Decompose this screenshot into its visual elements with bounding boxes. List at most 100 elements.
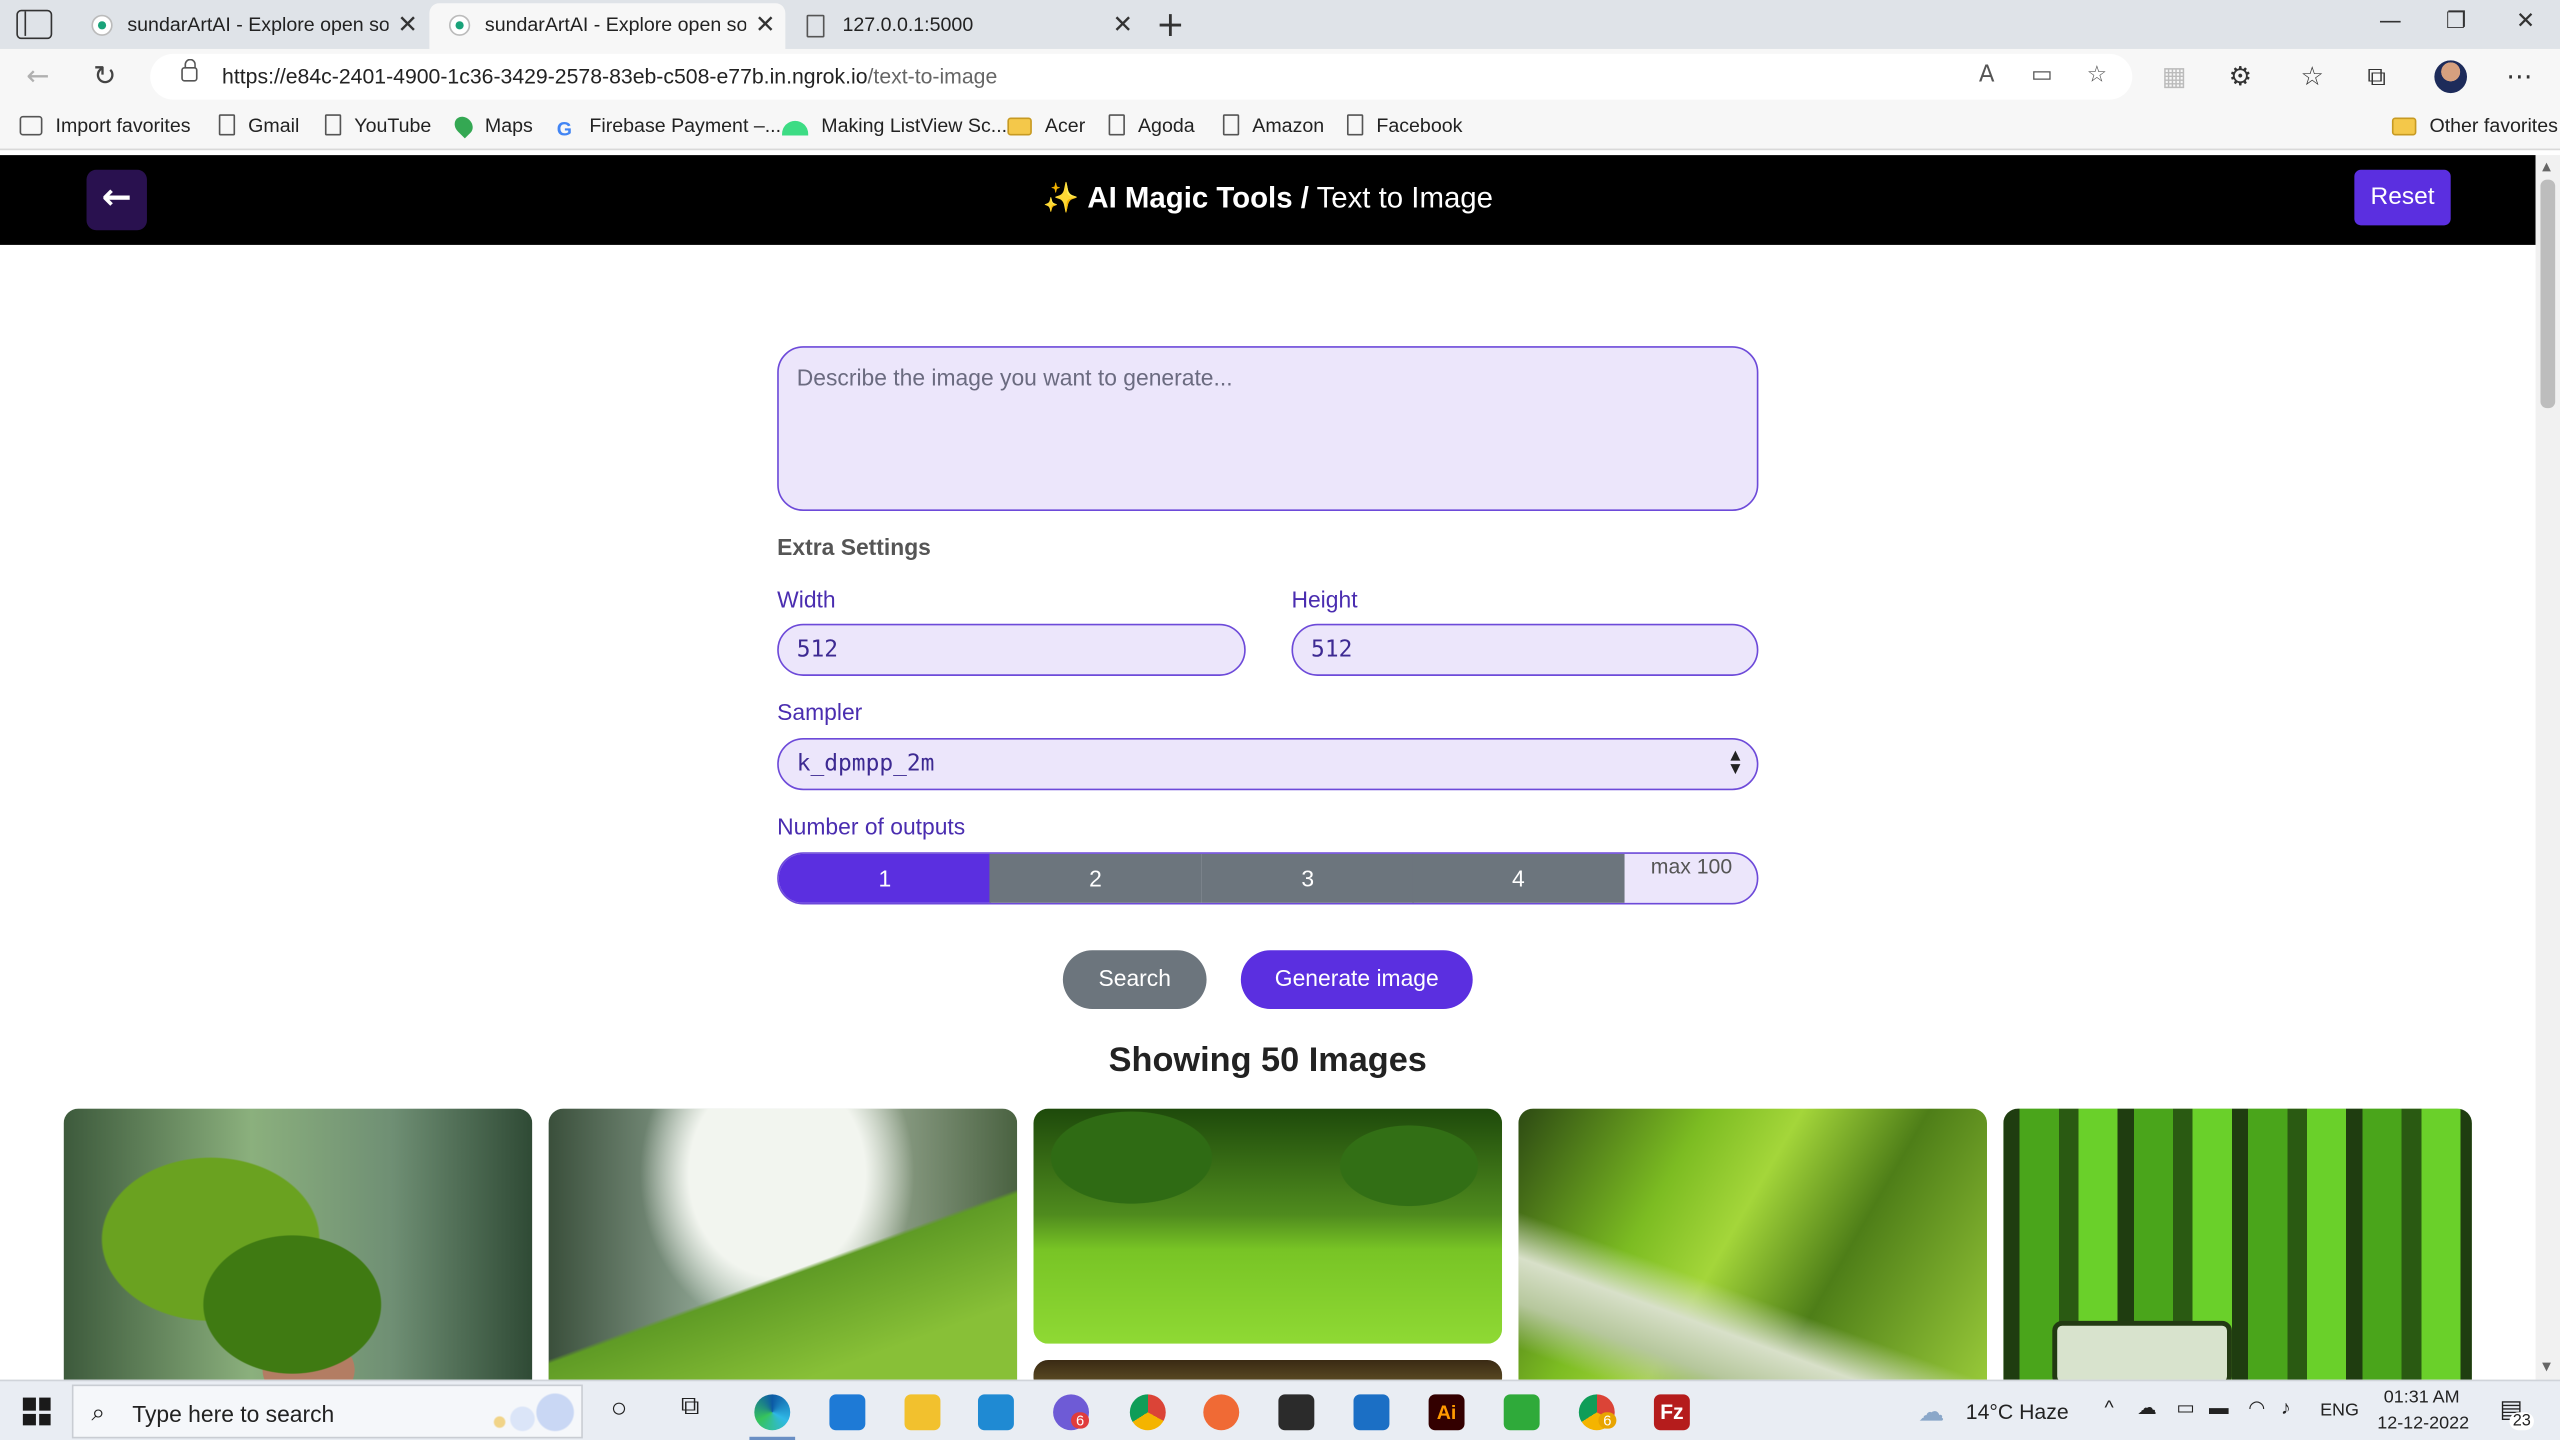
add-favorite-icon[interactable]: ☆ [2087, 62, 2108, 88]
site-favicon-icon [91, 14, 113, 36]
gallery-image[interactable] [1518, 1108, 1987, 1395]
outputs-option-1[interactable]: 1 [778, 853, 992, 903]
file-explorer-icon[interactable] [904, 1394, 941, 1431]
page-icon [324, 114, 342, 136]
height-input[interactable] [1291, 623, 1759, 676]
read-aloud-icon[interactable]: A [1979, 62, 1995, 88]
back-icon[interactable]: ← [26, 60, 49, 93]
weather-icon[interactable]: ☁ [1918, 1396, 1944, 1429]
close-tab-icon[interactable]: ✕ [397, 10, 418, 39]
gallery-image[interactable] [1033, 1108, 1503, 1344]
restore-icon[interactable]: ❐ [2446, 8, 2467, 34]
favorite-youtube[interactable]: YouTube [324, 114, 431, 137]
browser-tab[interactable]: sundarArtAI - Explore open source ✕ [72, 3, 428, 49]
scroll-down-icon[interactable]: ▼ [2542, 1360, 2551, 1373]
edit-app-icon[interactable] [1503, 1394, 1540, 1431]
vscode-icon[interactable] [977, 1394, 1014, 1431]
cortana-icon[interactable]: ○ [611, 1393, 628, 1426]
profile-avatar[interactable] [2434, 60, 2468, 94]
prompt-input[interactable] [777, 346, 1759, 512]
new-tab-button[interactable]: + [1156, 5, 1185, 44]
windows-taskbar: ⌕ Type here to search ○ ⧉ 6 Ai 6 Fz ☁ 14… [0, 1379, 2560, 1440]
volume-icon[interactable]: ♪ [2281, 1396, 2291, 1419]
page-scrollbar[interactable]: ▲ ▼ [2535, 155, 2560, 1380]
favorites-icon[interactable]: ☆ [2300, 60, 2323, 91]
battery-icon[interactable]: ▬ [2209, 1396, 2229, 1419]
favorite-agoda[interactable]: Agoda [1108, 114, 1195, 138]
mail-icon[interactable] [829, 1394, 866, 1431]
start-button[interactable] [22, 1397, 51, 1426]
window-close-icon[interactable]: ✕ [2516, 8, 2535, 34]
filezilla-icon[interactable]: Fz [1653, 1394, 1690, 1431]
reset-button[interactable]: Reset [2354, 169, 2451, 226]
favorite-label: Other favorites [2429, 114, 2558, 138]
generate-image-button[interactable]: Generate image [1240, 950, 1473, 1010]
outputs-option-2[interactable]: 2 [989, 853, 1202, 903]
illustrator-icon[interactable]: Ai [1428, 1394, 1465, 1431]
more-menu-icon[interactable]: ⋯ [2506, 60, 2532, 91]
outputs-selector: 1 2 3 4 max 100 [777, 852, 1759, 905]
chat-app-icon[interactable]: 6 [1053, 1394, 1090, 1431]
minimize-icon[interactable]: — [2379, 8, 2402, 34]
favorite-gmail[interactable]: Gmail [218, 114, 299, 137]
wifi-icon[interactable]: ◠ [2248, 1396, 2265, 1419]
sampler-select[interactable]: k_dpmpp_2m ▲ ▼ [777, 737, 1759, 791]
outputs-option-3[interactable]: 3 [1201, 853, 1414, 903]
favorites-bar: Import favorites Gmail YouTube Maps G Fir… [0, 104, 2560, 151]
gallery-image[interactable] [63, 1108, 533, 1395]
favorite-maps[interactable]: Maps [450, 113, 533, 139]
site-favicon-icon [448, 14, 471, 36]
gallery-image[interactable] [2003, 1108, 2472, 1395]
favorite-label: Firebase Payment –... [589, 114, 782, 138]
results-heading: Showing 50 Images [1108, 1041, 1427, 1080]
sampler-value: k_dpmpp_2m [796, 751, 935, 778]
taskbar-search[interactable]: ⌕ Type here to search [71, 1384, 583, 1439]
width-input[interactable] [777, 623, 1246, 676]
close-tab-icon[interactable]: ✕ [1113, 10, 1134, 39]
search-button[interactable]: Search [1062, 950, 1207, 1010]
scroll-up-icon[interactable]: ▲ [2542, 160, 2551, 173]
immersive-reader-icon[interactable]: ▭ [2031, 62, 2053, 88]
favorite-label: Facebook [1376, 114, 1463, 138]
outputs-max-input[interactable]: max 100 [1626, 854, 1757, 903]
terminal-icon[interactable] [1278, 1394, 1315, 1431]
extensions-icon[interactable]: ⚙ [2229, 60, 2252, 91]
browser-tab[interactable]: 127.0.0.1:5000 ✕ [787, 3, 1143, 49]
favorite-acer[interactable]: Acer [1007, 114, 1085, 137]
refresh-icon[interactable]: ↻ [93, 60, 116, 93]
other-favorites[interactable]: Other favorites [2391, 114, 2558, 138]
favorite-listview[interactable]: Making ListView Sc... [782, 114, 1007, 137]
weather-text[interactable]: 14°C Haze [1966, 1399, 2069, 1423]
android-icon [782, 120, 809, 136]
chevron-up-icon[interactable]: ^ [2105, 1396, 2114, 1419]
close-tab-icon[interactable]: ✕ [755, 10, 776, 39]
browser-tab-active[interactable]: sundarArtAI - Explore open source ✕ [429, 3, 786, 49]
collections-icon[interactable]: ⧉ [2367, 60, 2386, 93]
favorite-import-favorites[interactable]: Import favorites [19, 114, 191, 137]
clock-date[interactable]: 12-12-2022 [2377, 1414, 2469, 1434]
favorite-amazon[interactable]: Amazon [1222, 114, 1324, 137]
scroll-thumb[interactable] [2540, 179, 2556, 409]
url-field[interactable]: https://e84c-2401-4900-1c36-3429-2578-83… [150, 53, 2133, 100]
onedrive-icon[interactable]: ☁ [2137, 1396, 2157, 1419]
postman-icon[interactable] [1203, 1394, 1240, 1431]
favorite-label: Maps [484, 114, 533, 138]
language-indicator[interactable]: ENG [2320, 1401, 2359, 1421]
media-player-icon[interactable] [1353, 1394, 1390, 1431]
url-text: https://e84c-2401-4900-1c36-3429-2578-83… [222, 64, 997, 88]
outputs-option-4[interactable]: 4 [1412, 853, 1625, 903]
clock-time[interactable]: 01:31 AM [2384, 1388, 2460, 1408]
tab-actions-icon[interactable] [16, 9, 53, 40]
chrome-profile-icon[interactable]: 6 [1578, 1394, 1617, 1431]
task-view-icon[interactable]: ⧉ [681, 1393, 700, 1422]
select-arrows-icon: ▲ ▼ [1730, 747, 1741, 776]
page-icon [1222, 114, 1240, 136]
meet-icon[interactable]: ▭ [2176, 1396, 2195, 1419]
chrome-icon[interactable] [1129, 1394, 1166, 1431]
edge-icon[interactable] [754, 1394, 791, 1431]
extension-placeholder-icon[interactable]: ▦ [2162, 60, 2187, 91]
favorite-label: Agoda [1137, 114, 1195, 138]
favorite-facebook[interactable]: Facebook [1346, 114, 1463, 138]
gallery-image[interactable] [548, 1108, 1018, 1395]
favorite-firebase[interactable]: G Firebase Payment –... [557, 114, 781, 140]
